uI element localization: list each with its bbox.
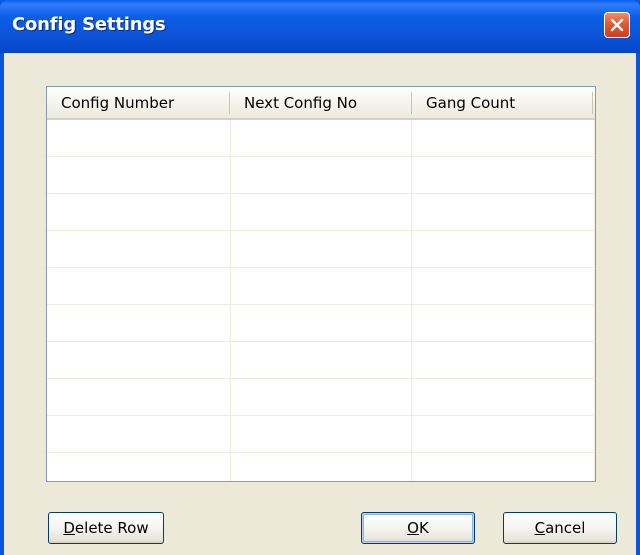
table-cell[interactable]: [231, 379, 412, 415]
table-cell[interactable]: [47, 305, 231, 341]
column-header-config-number[interactable]: Config Number: [47, 87, 229, 118]
table-cell[interactable]: [231, 453, 412, 481]
table-row[interactable]: [47, 120, 595, 157]
ok-button[interactable]: OK: [361, 512, 475, 544]
column-divider[interactable]: [592, 92, 593, 114]
table-cell[interactable]: [47, 194, 231, 230]
grid-header: Config Number Next Config No Gang Count: [47, 87, 595, 120]
table-cell[interactable]: [231, 120, 412, 156]
window-title: Config Settings: [12, 14, 166, 35]
table-cell[interactable]: [231, 268, 412, 304]
table-cell[interactable]: [412, 120, 595, 156]
column-header-gang-count[interactable]: Gang Count: [412, 87, 592, 118]
title-bar[interactable]: Config Settings: [0, 0, 640, 53]
column-header-next-config-no[interactable]: Next Config No: [230, 87, 411, 118]
table-cell[interactable]: [231, 305, 412, 341]
table-cell[interactable]: [412, 416, 595, 452]
table-row[interactable]: [47, 305, 595, 342]
table-row[interactable]: [47, 157, 595, 194]
table-cell[interactable]: [412, 453, 595, 481]
cancel-mnemonic: C: [534, 519, 546, 537]
table-cell[interactable]: [47, 120, 231, 156]
table-cell[interactable]: [47, 416, 231, 452]
table-cell[interactable]: [412, 231, 595, 267]
window-border-right: [636, 53, 640, 555]
close-button[interactable]: [604, 12, 630, 38]
table-cell[interactable]: [412, 157, 595, 193]
delete-row-button[interactable]: Delete Row: [48, 512, 164, 544]
table-cell[interactable]: [47, 268, 231, 304]
table-cell[interactable]: [231, 157, 412, 193]
table-row[interactable]: [47, 453, 595, 481]
table-cell[interactable]: [47, 379, 231, 415]
ok-mnemonic: O: [407, 519, 419, 537]
table-cell[interactable]: [47, 231, 231, 267]
ok-label: K: [418, 519, 429, 537]
table-row[interactable]: [47, 342, 595, 379]
table-cell[interactable]: [412, 194, 595, 230]
close-icon: [610, 18, 624, 32]
table-cell[interactable]: [231, 231, 412, 267]
table-cell[interactable]: [231, 416, 412, 452]
table-row[interactable]: [47, 231, 595, 268]
table-row[interactable]: [47, 268, 595, 305]
table-cell[interactable]: [412, 268, 595, 304]
table-cell[interactable]: [412, 342, 595, 378]
table-cell[interactable]: [231, 342, 412, 378]
table-cell[interactable]: [47, 453, 231, 481]
delete-row-label: elete Row: [74, 519, 149, 537]
cancel-label: ancel: [545, 519, 586, 537]
table-cell[interactable]: [47, 157, 231, 193]
table-cell[interactable]: [412, 379, 595, 415]
table-cell[interactable]: [231, 194, 412, 230]
table-row[interactable]: [47, 379, 595, 416]
table-row[interactable]: [47, 416, 595, 453]
cancel-button[interactable]: Cancel: [503, 512, 617, 544]
table-cell[interactable]: [47, 342, 231, 378]
config-grid[interactable]: Config Number Next Config No Gang Count: [46, 86, 596, 482]
table-cell[interactable]: [412, 305, 595, 341]
table-row[interactable]: [47, 194, 595, 231]
delete-row-mnemonic: D: [63, 519, 75, 537]
